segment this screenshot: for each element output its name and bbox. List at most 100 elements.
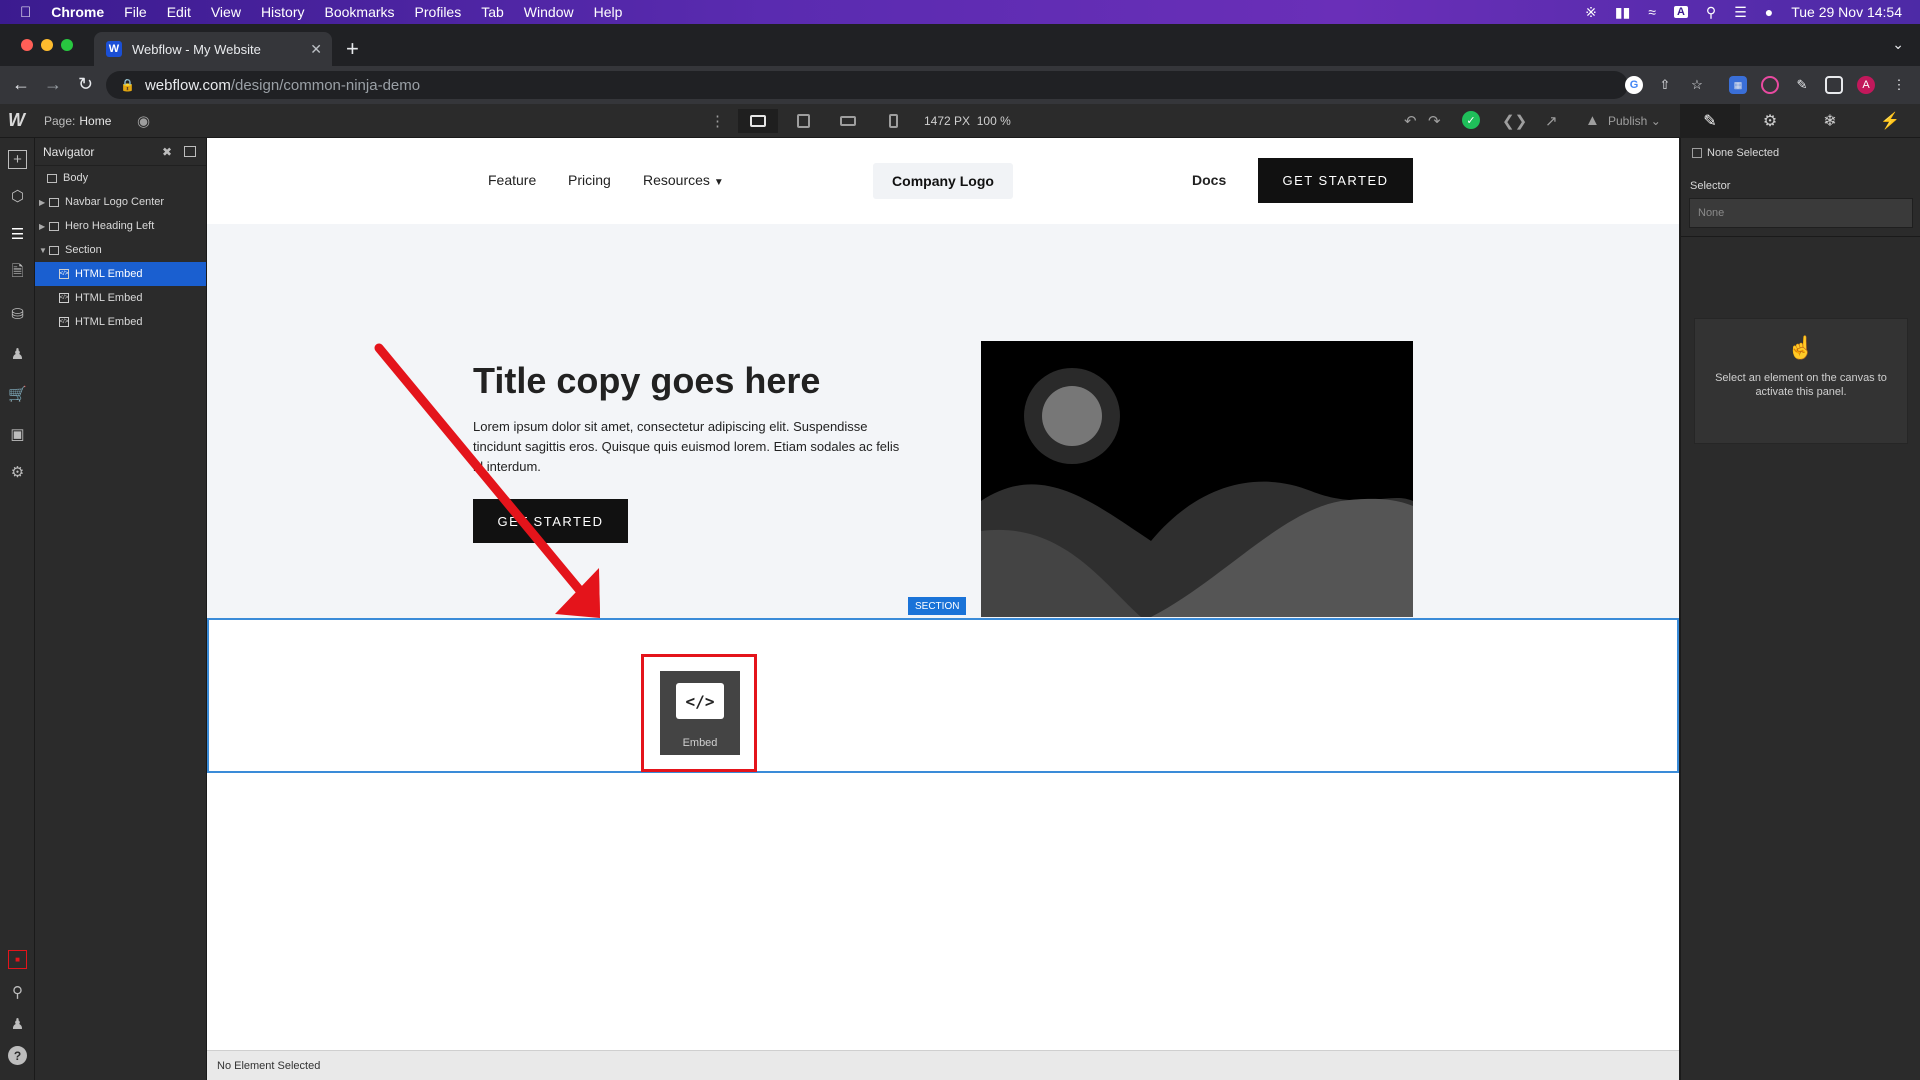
share-export-icon[interactable]: ↗ <box>1545 112 1558 130</box>
new-tab-button[interactable]: + <box>346 36 359 62</box>
control-icon[interactable]: ※ <box>1585 4 1597 21</box>
users-icon[interactable]: ♟ <box>8 344 27 363</box>
back-button[interactable]: ← <box>12 74 30 95</box>
window-minimize-button[interactable] <box>41 39 53 51</box>
wifi-icon[interactable]: ≈ <box>1648 4 1656 20</box>
style-brush-tab[interactable]: ✎ <box>1680 104 1740 138</box>
selector-input[interactable]: None <box>1689 198 1913 228</box>
symbols-cube-icon[interactable]: ⬡ <box>8 186 27 205</box>
embed-icon: </> <box>59 269 69 279</box>
cms-database-icon[interactable]: ⛁ <box>8 304 27 323</box>
menu-window[interactable]: Window <box>524 4 574 20</box>
breakpoint-mobile-landscape-button[interactable] <box>828 109 868 133</box>
tree-item-body[interactable]: Body <box>35 166 206 190</box>
tree-item-section[interactable]: ▼ Section <box>35 238 206 262</box>
menu-help[interactable]: Help <box>594 4 623 20</box>
ecommerce-cart-icon[interactable]: 🛒 <box>8 384 27 403</box>
tab-close-icon[interactable]: ✕ <box>310 41 322 58</box>
lock-icon[interactable]: 🔒 <box>120 78 135 92</box>
menu-app-name[interactable]: Chrome <box>51 4 104 20</box>
record-icon[interactable]: ■ <box>8 950 27 969</box>
code-embed-icon: </> <box>676 683 724 719</box>
assets-images-icon[interactable]: ▣ <box>8 424 27 443</box>
apple-icon[interactable]:  <box>20 4 31 21</box>
empty-state-hint: ☝ Select an element on the canvas to act… <box>1694 318 1908 444</box>
interactions-bolt-tab[interactable]: ⚡ <box>1860 104 1920 138</box>
webflow-logo-icon[interactable]: W <box>8 110 25 131</box>
siri-icon[interactable]: ● <box>1765 4 1773 20</box>
chrome-menu-icon[interactable]: ⋮ <box>1890 76 1908 94</box>
section-badge[interactable]: SECTION <box>908 597 967 615</box>
breakpoint-tablet-button[interactable] <box>783 109 823 133</box>
tree-item-html-embed-2[interactable]: </> HTML Embed <box>35 286 206 310</box>
bookmark-star-icon[interactable]: ☆ <box>1688 76 1706 94</box>
browser-tab-strip: W Webflow - My Website ✕ + ⌄ <box>0 24 1920 66</box>
undo-icon[interactable]: ↶ <box>1404 112 1417 130</box>
extension-icon-1[interactable]: ▦ <box>1729 76 1747 94</box>
address-bar[interactable]: 🔒 webflow.com /design/common-ninja-demo <box>106 71 1628 99</box>
settings-gear-icon[interactable]: ⚙ <box>8 462 27 481</box>
profile-avatar[interactable]: A <box>1857 76 1875 94</box>
menu-profiles[interactable]: Profiles <box>415 4 462 20</box>
keyboard-input-icon[interactable]: A <box>1673 6 1688 18</box>
forward-button[interactable]: → <box>44 74 62 95</box>
box-icon <box>49 221 59 231</box>
spotlight-search-icon[interactable]: ⚲ <box>1706 4 1716 21</box>
add-elements-icon[interactable]: + <box>8 150 27 169</box>
tree-item-html-embed-3[interactable]: </> HTML Embed <box>35 310 206 334</box>
menu-clock[interactable]: Tue 29 Nov 14:54 <box>1791 4 1902 20</box>
search-icon[interactable]: ⚲ <box>8 982 27 1001</box>
publish-status-check-icon[interactable]: ✓ <box>1462 111 1480 129</box>
tree-item-hero[interactable]: ▶ Hero Heading Left <box>35 214 206 238</box>
video-tutorials-icon[interactable]: ♟ <box>8 1014 27 1033</box>
tab-search-chevron-icon[interactable]: ⌄ <box>1892 36 1904 53</box>
canvas-size-readout: 1472 PX 100 % <box>924 114 1011 128</box>
embed-element-card[interactable]: </> Embed <box>660 671 740 755</box>
pages-icon[interactable]: 🗎 <box>8 263 27 283</box>
page-label: Page: <box>44 114 76 128</box>
preview-eye-icon[interactable]: ◉ <box>137 112 150 130</box>
more-options-icon[interactable]: ⋮ <box>710 112 725 130</box>
menu-edit[interactable]: Edit <box>167 4 191 20</box>
browser-tab[interactable]: W Webflow - My Website ✕ <box>94 32 332 66</box>
navigator-icon[interactable]: ☰ <box>8 224 27 243</box>
publish-rocket-icon[interactable]: ▲ <box>1585 112 1600 129</box>
menu-tab[interactable]: Tab <box>481 4 504 20</box>
side-panel-icon[interactable] <box>1825 76 1843 94</box>
settings-gear-tab[interactable]: ⚙ <box>1740 104 1800 138</box>
pointer-hand-icon: ☝ <box>1787 335 1815 360</box>
reload-button[interactable]: ↻ <box>78 74 93 95</box>
tablet-icon <box>796 114 810 128</box>
style-manager-drops-tab[interactable]: ❄ <box>1800 104 1860 138</box>
breakpoint-mobile-portrait-button[interactable] <box>873 109 913 133</box>
menu-history[interactable]: History <box>261 4 305 20</box>
breakpoint-desktop-button[interactable] <box>738 109 778 133</box>
code-export-icon[interactable]: ❮❯ <box>1502 112 1527 130</box>
extensions-puzzle-icon[interactable]: ✎ <box>1793 76 1811 94</box>
battery-icon[interactable]: ▮▮ <box>1615 4 1630 21</box>
window-close-button[interactable] <box>21 39 33 51</box>
control-center-icon[interactable]: ☰ <box>1734 4 1747 21</box>
menu-view[interactable]: View <box>211 4 241 20</box>
dock-panel-icon[interactable] <box>184 146 196 157</box>
collapse-all-icon[interactable]: ✖ <box>162 145 172 159</box>
help-icon[interactable]: ? <box>8 1046 27 1065</box>
tree-item-html-embed-1[interactable]: </> HTML Embed <box>35 262 206 286</box>
google-icon[interactable]: G <box>1625 76 1643 94</box>
share-icon[interactable]: ⇧ <box>1656 76 1674 94</box>
design-canvas[interactable]: Feature Pricing Resources ▼ Company Logo… <box>207 138 1679 1050</box>
section-selection-outline[interactable] <box>207 618 1679 773</box>
menu-bookmarks[interactable]: Bookmarks <box>325 4 395 20</box>
extension-icon-2[interactable] <box>1761 76 1779 94</box>
selector-label: Selector <box>1690 180 1731 192</box>
page-selector[interactable]: Page: Home <box>44 114 111 128</box>
redo-icon[interactable]: ↷ <box>1428 112 1441 130</box>
expand-arrow-icon[interactable]: ▶ <box>37 198 49 207</box>
publish-button[interactable]: Publish ⌄ <box>1608 114 1661 128</box>
expand-arrow-icon[interactable]: ▶ <box>37 222 49 231</box>
menu-file[interactable]: File <box>124 4 147 20</box>
window-maximize-button[interactable] <box>61 39 73 51</box>
tree-item-navbar[interactable]: ▶ Navbar Logo Center <box>35 190 206 214</box>
none-selected-checkbox[interactable] <box>1692 148 1702 158</box>
collapse-arrow-icon[interactable]: ▼ <box>37 246 49 255</box>
